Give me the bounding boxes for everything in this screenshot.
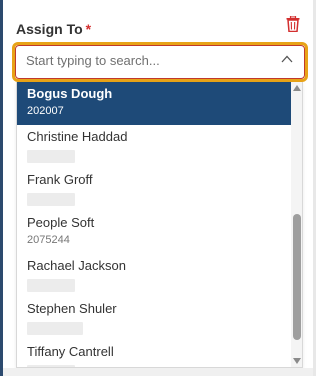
redacted-id [27,322,83,335]
option-name: Bogus Dough [27,86,113,101]
scroll-up-arrow-icon[interactable] [293,85,301,91]
option-id: 202007 [27,105,64,117]
option-people-soft[interactable]: People Soft 2075244 [17,211,291,254]
chevron-up-icon[interactable] [281,55,293,63]
option-frank-groff[interactable]: Frank Groff [17,168,291,211]
option-name: Christine Haddad [27,129,128,144]
option-name: Tiffany Cantrell [27,344,114,359]
card-edge [313,0,316,376]
option-name: Stephen Shuler [27,301,117,316]
search-placeholder: Start typing to search... [26,53,160,68]
scroll-down-arrow-icon[interactable] [293,358,301,364]
option-id: 2075244 [27,234,70,246]
option-name: People Soft [27,215,95,230]
redacted-id [27,279,75,292]
option-tiffany-cantrell[interactable]: Tiffany Cantrell [17,340,291,367]
scrollbar-thumb[interactable] [293,214,301,340]
assignee-dropdown-list: Bogus Dough 202007 Christine Haddad Fran… [16,82,303,368]
option-stephen-shuler[interactable]: Stephen Shuler [17,297,291,340]
required-marker: * [85,21,92,37]
option-name: Frank Groff [27,172,93,187]
option-name: Rachael Jackson [27,258,126,273]
field-label: Assign To * [16,21,91,37]
option-bogus-dough[interactable]: Bogus Dough 202007 [17,82,291,125]
field-label-text: Assign To [16,21,83,37]
background-strip [3,368,313,376]
option-rachael-jackson[interactable]: Rachael Jackson [17,254,291,297]
redacted-id [27,150,75,163]
option-christine-haddad[interactable]: Christine Haddad [17,125,291,168]
redacted-id [27,193,75,206]
trash-icon[interactable] [286,16,300,32]
